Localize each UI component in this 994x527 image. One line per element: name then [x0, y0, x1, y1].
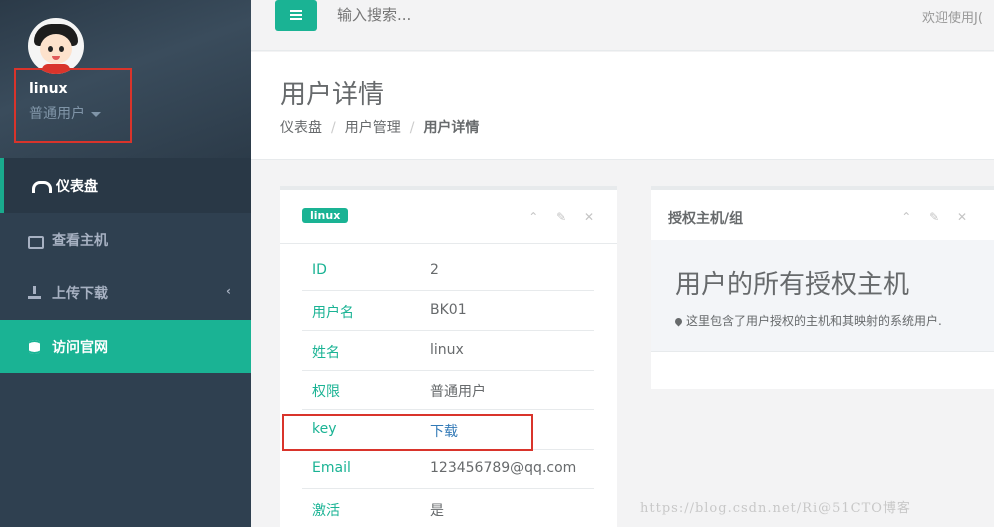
- field-label: 姓名: [312, 345, 340, 361]
- profile-area: linux 普通用户: [0, 0, 251, 158]
- panel-header: linux ⌃ ✎ ✕: [280, 190, 617, 244]
- top-navbar: 欢迎使用J(: [251, 0, 994, 51]
- breadcrumb-separator: /: [409, 120, 415, 136]
- hosts-jumbotron: 用户的所有授权主机 这里包含了用户授权的主机和其映射的系统用户.: [651, 240, 994, 352]
- user-info-panel: linux ⌃ ✎ ✕ ID 2 用户名 BK01 姓名 linux 权限 普通用户 k…: [280, 186, 617, 527]
- hdd-icon: [28, 233, 44, 249]
- field-label: 激活: [312, 503, 340, 519]
- download-icon: [28, 285, 42, 300]
- authorized-hosts-panel: 授权主机/组 ⌃ ✎ ✕ 用户的所有授权主机 这里包含了用户授权的主机和其映射的…: [651, 186, 994, 389]
- sidebar-item-hosts[interactable]: 查看主机: [0, 213, 251, 266]
- breadcrumb-dashboard[interactable]: 仪表盘: [280, 120, 322, 136]
- panel-tools-icons[interactable]: ⌃ ✎ ✕: [528, 210, 601, 224]
- sidebar: linux 普通用户 仪表盘 查看主机 上传下载 ‹ 访问官网: [0, 0, 251, 527]
- sidebar-item-label: 访问官网: [52, 339, 108, 356]
- sidebar-item-official-site[interactable]: 访问官网: [0, 320, 251, 373]
- hosts-description: 这里包含了用户授权的主机和其映射的系统用户.: [673, 312, 942, 329]
- username-badge: linux: [302, 208, 349, 223]
- field-label: 用户名: [312, 305, 354, 321]
- highlight-box-key: [282, 414, 533, 451]
- sidebar-item-dashboard[interactable]: 仪表盘: [0, 158, 251, 213]
- breadcrumb-separator: /: [331, 120, 336, 136]
- sidebar-item-upload-download[interactable]: 上传下载 ‹: [0, 266, 251, 319]
- table-row: ID 2: [302, 251, 594, 291]
- field-value: BK01: [430, 302, 467, 318]
- avatar[interactable]: [28, 18, 84, 74]
- field-value: 123456789@qq.com: [430, 460, 577, 476]
- table-row: 姓名 linux: [302, 331, 594, 371]
- breadcrumb-current: 用户详情: [423, 120, 480, 136]
- database-icon: [28, 339, 42, 354]
- table-row: 用户名 BK01: [302, 291, 594, 331]
- map-marker-icon: [673, 316, 684, 327]
- sidebar-item-label: 查看主机: [52, 232, 108, 249]
- page-header: 用户详情 仪表盘 / 用户管理 / 用户详情: [251, 52, 994, 160]
- search-input[interactable]: [337, 6, 637, 24]
- panel-title: 授权主机/组: [668, 211, 744, 227]
- table-row: 权限 普通用户: [302, 370, 594, 410]
- panel-tools-icons[interactable]: ⌃ ✎ ✕: [901, 210, 974, 224]
- hamburger-icon: [290, 10, 302, 12]
- field-label: ID: [312, 262, 327, 278]
- field-value: 是: [430, 503, 444, 519]
- field-value: linux: [430, 342, 464, 358]
- table-row: Email 123456789@qq.com: [302, 449, 594, 489]
- hosts-heading: 用户的所有授权主机: [675, 270, 910, 300]
- watermark: https://blog.csdn.net/Ri@51CTO博客: [640, 501, 911, 516]
- highlight-box-profile: [14, 68, 132, 143]
- field-value: 2: [430, 262, 439, 278]
- page-title: 用户详情: [280, 80, 385, 110]
- field-value: 普通用户: [430, 384, 486, 400]
- menu-toggle-button[interactable]: [275, 0, 317, 31]
- chevron-left-icon: ‹: [226, 284, 231, 298]
- sidebar-item-label: 仪表盘: [56, 178, 98, 195]
- field-label: 权限: [312, 384, 340, 400]
- sidebar-item-label: 上传下载: [52, 285, 108, 302]
- dashboard-icon: [32, 179, 52, 193]
- table-row: 激活 是: [302, 489, 594, 527]
- field-label: Email: [312, 460, 351, 476]
- welcome-text: 欢迎使用J(: [922, 11, 983, 26]
- breadcrumb: 仪表盘 / 用户管理 / 用户详情: [280, 117, 479, 137]
- breadcrumb-user-management[interactable]: 用户管理: [345, 120, 401, 136]
